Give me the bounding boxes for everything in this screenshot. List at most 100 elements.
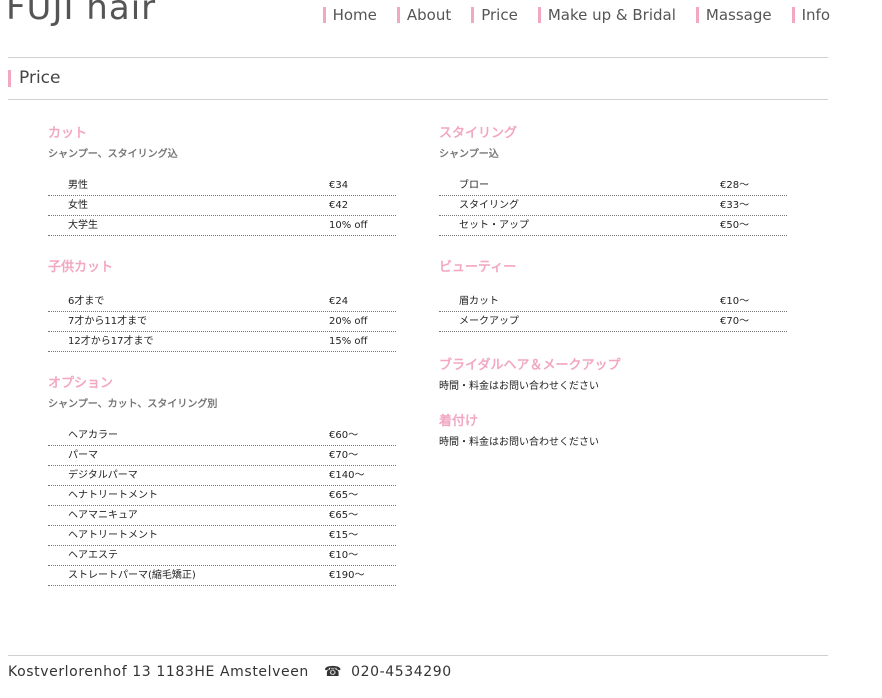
- service-price: €33〜: [720, 200, 750, 211]
- nav-label: Massage: [705, 6, 772, 24]
- price-row: ブロー €28〜: [439, 176, 787, 196]
- price-section-options: オプション シャンプー、カット、スタイリング別 ヘアカラー €60〜 パーマ €70…: [48, 376, 396, 586]
- price-row: セット・アップ €50〜: [439, 216, 787, 236]
- nav-marker: [396, 7, 400, 23]
- price-row: 7才から11才まで 20% off: [48, 312, 396, 332]
- price-row: パーマ €70〜: [48, 446, 396, 466]
- service-price: €28〜: [720, 180, 750, 191]
- nav-marker: [695, 7, 699, 23]
- service-name: 7才から11才まで: [68, 316, 148, 327]
- page-title-text: Price: [19, 68, 61, 88]
- service-name: 眉カット: [459, 296, 499, 307]
- section-title: ビューティー: [439, 260, 517, 275]
- price-row: ヘアマニキュア €65〜: [48, 506, 396, 526]
- nav-label: Price: [481, 6, 518, 24]
- section-title: 着付け: [439, 414, 479, 429]
- page-title: Price: [8, 68, 60, 88]
- price-row: メークアップ €70〜: [439, 312, 787, 332]
- service-name: セット・アップ: [459, 220, 529, 231]
- nav-label: Make up & Bridal: [547, 6, 676, 24]
- service-name: パーマ: [68, 450, 98, 461]
- nav-info[interactable]: Info: [791, 6, 830, 24]
- nav-price[interactable]: Price: [471, 6, 518, 24]
- footer-phone[interactable]: 020-4534290: [351, 664, 452, 680]
- main-nav: Home About Price Make up & Bridal Massag…: [303, 6, 830, 24]
- price-section-beauty: ビューティー 眉カット €10〜 メークアップ €70〜: [439, 260, 787, 332]
- price-section-cut: カット シャンプー、スタイリング込 男性 €34 女性 €42 大学生 10% off: [48, 126, 396, 236]
- footer-address: Kostverlorenhof 13 1183HE Amstelveen: [8, 664, 309, 680]
- site-logo[interactable]: FUJI hair: [6, 0, 156, 28]
- price-row: ヘアエステ €10〜: [48, 546, 396, 566]
- nav-marker: [791, 7, 795, 23]
- service-price: €24: [329, 296, 349, 307]
- service-price: 20% off: [329, 316, 368, 327]
- service-name: メークアップ: [459, 316, 519, 327]
- service-price: €10〜: [329, 550, 359, 561]
- service-name: ヘアカラー: [68, 430, 118, 441]
- price-column-left: カット シャンプー、スタイリング込 男性 €34 女性 €42 大学生 10% off…: [48, 126, 396, 600]
- service-name: ヘアトリートメント: [68, 530, 158, 541]
- price-row: 12才から17才まで 15% off: [48, 332, 396, 352]
- service-price: €42: [329, 200, 349, 211]
- title-marker: [8, 69, 11, 87]
- service-price: €70〜: [329, 450, 359, 461]
- service-name: ヘナトリートメント: [68, 490, 158, 501]
- nav-marker: [322, 7, 326, 23]
- footer-contact: Kostverlorenhof 13 1183HE Amstelveen ☎ 0…: [8, 664, 452, 680]
- nav-marker: [537, 7, 541, 23]
- section-title: オプション: [48, 376, 114, 391]
- title-divider: [8, 99, 828, 100]
- service-name: 女性: [68, 200, 88, 211]
- price-section-bridal: ブライダルヘア＆メークアップ 時間・料金はお問い合わせください: [439, 358, 787, 394]
- price-column-right: スタイリング シャンプー込 ブロー €28〜 スタイリング €33〜 セット・アップ…: [439, 126, 787, 470]
- nav-home[interactable]: Home: [322, 6, 377, 24]
- section-subtitle: シャンプー、カット、スタイリング別: [48, 399, 218, 410]
- section-subtitle: シャンプー込: [439, 149, 499, 160]
- price-row: ストレートパーマ(縮毛矯正) €190〜: [48, 566, 396, 586]
- nav-about[interactable]: About: [396, 6, 452, 24]
- service-name: ストレートパーマ(縮毛矯正): [68, 570, 196, 581]
- nav-marker: [471, 7, 475, 23]
- price-row: 男性 €34: [48, 176, 396, 196]
- price-row: 6才まで €24: [48, 292, 396, 312]
- price-row: 眉カット €10〜: [439, 292, 787, 312]
- service-name: ヘアマニキュア: [68, 510, 138, 521]
- price-row: スタイリング €33〜: [439, 196, 787, 216]
- service-price: €65〜: [329, 490, 359, 501]
- section-title: 子供カット: [48, 260, 114, 275]
- footer-divider: [8, 655, 828, 656]
- section-title: ブライダルヘア＆メークアップ: [439, 358, 621, 373]
- service-price: €190〜: [329, 570, 365, 581]
- service-name: 大学生: [68, 220, 98, 231]
- service-price: €34: [329, 180, 349, 191]
- section-subtitle: シャンプー、スタイリング込: [48, 149, 178, 160]
- price-row: ヘアカラー €60〜: [48, 426, 396, 446]
- service-price: €65〜: [329, 510, 359, 521]
- service-price: 15% off: [329, 336, 368, 347]
- service-price: 10% off: [329, 220, 368, 231]
- service-name: 12才から17才まで: [68, 336, 154, 347]
- service-name: デジタルパーマ: [68, 470, 138, 481]
- price-row: ヘナトリートメント €65〜: [48, 486, 396, 506]
- nav-label: Info: [801, 6, 830, 24]
- section-title: カット: [48, 126, 88, 141]
- service-price: €70〜: [720, 316, 750, 327]
- service-name: 6才まで: [68, 296, 105, 307]
- price-section-styling: スタイリング シャンプー込 ブロー €28〜 スタイリング €33〜 セット・アップ…: [439, 126, 787, 236]
- price-row: デジタルパーマ €140〜: [48, 466, 396, 486]
- phone-icon: ☎: [323, 664, 343, 680]
- header-divider: [8, 57, 828, 58]
- price-row: 女性 €42: [48, 196, 396, 216]
- nav-massage[interactable]: Massage: [695, 6, 772, 24]
- section-title: スタイリング: [439, 126, 518, 141]
- price-row: 大学生 10% off: [48, 216, 396, 236]
- price-row: ヘアトリートメント €15〜: [48, 526, 396, 546]
- service-price: €140〜: [329, 470, 365, 481]
- nav-label: About: [406, 6, 452, 24]
- nav-makeup-bridal[interactable]: Make up & Bridal: [537, 6, 676, 24]
- service-name: ブロー: [459, 180, 489, 191]
- service-price: €15〜: [329, 530, 359, 541]
- service-name: スタイリング: [459, 200, 519, 211]
